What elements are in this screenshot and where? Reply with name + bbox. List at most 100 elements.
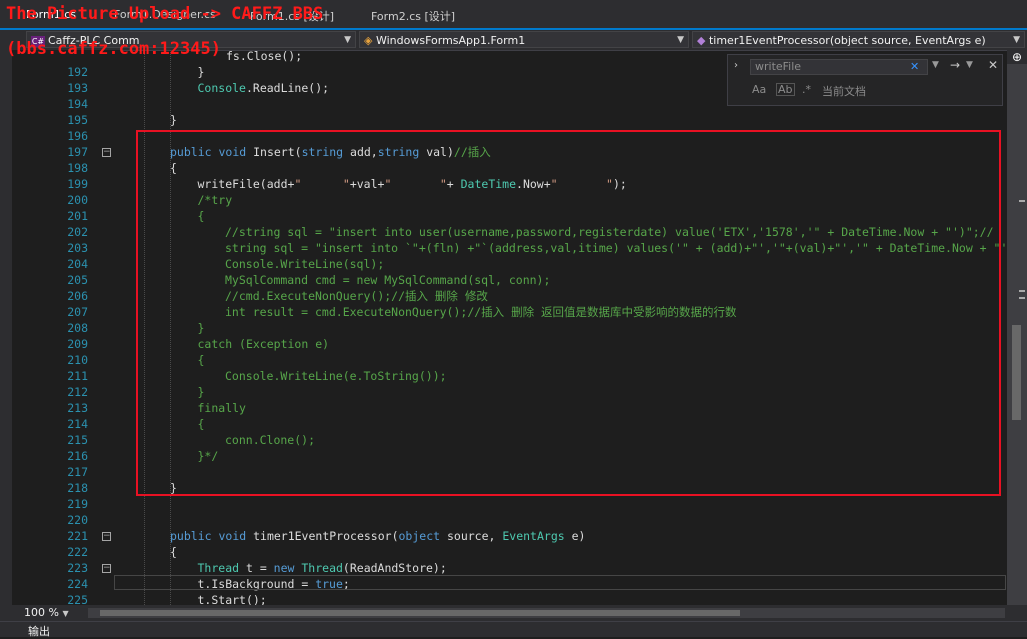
- line-number: 196: [67, 129, 88, 143]
- code-token: }: [197, 65, 205, 79]
- regex-toggle[interactable]: .*: [802, 83, 811, 96]
- code-line: {: [170, 160, 177, 176]
- code-token: " ": [294, 177, 350, 191]
- member-label: timer1EventProcessor(object source, Even…: [708, 34, 986, 47]
- line-number: 200: [67, 193, 88, 207]
- match-whole-word-toggle[interactable]: Ab: [776, 83, 795, 96]
- collapse-toggle-icon[interactable]: −: [102, 564, 111, 573]
- code-line: {: [198, 416, 205, 432]
- clear-search-icon[interactable]: ✕: [910, 60, 919, 73]
- output-title: 输出: [28, 625, 50, 638]
- code-token: Thread: [301, 561, 343, 575]
- code-token: string: [301, 145, 351, 159]
- member-dropdown[interactable]: ◆ timer1EventProcessor(object source, Ev…: [692, 31, 1025, 48]
- code-line: //string sql = "insert into user(usernam…: [225, 224, 994, 240]
- code-token: {: [170, 545, 177, 559]
- code-token: object: [398, 529, 447, 543]
- code-token: void: [218, 529, 254, 543]
- code-token: .ReadLine();: [245, 81, 330, 95]
- horizontal-scrollbar[interactable]: [88, 608, 1005, 618]
- code-line-partial: fs.Close();: [226, 50, 303, 63]
- code-token: .Now+: [516, 177, 551, 191]
- close-icon[interactable]: ✕: [988, 58, 998, 72]
- collapse-toggle-icon[interactable]: −: [102, 532, 111, 541]
- code-token: }: [170, 481, 177, 495]
- code-line: conn.Clone();: [225, 432, 315, 448]
- line-number: 195: [67, 113, 88, 127]
- line-number: 199: [67, 177, 88, 191]
- expand-replace-icon[interactable]: ›: [734, 60, 738, 71]
- code-token: {: [197, 353, 205, 367]
- code-token: " ": [550, 177, 613, 191]
- code-line: string sql = "insert into `"+(fln) +"`(a…: [225, 240, 1007, 256]
- vertical-scrollbar[interactable]: [1007, 50, 1027, 605]
- code-token: +: [446, 177, 461, 191]
- code-line: /*try: [198, 192, 233, 208]
- line-number: 222: [67, 545, 88, 559]
- code-token: new: [273, 561, 302, 575]
- line-number: 193: [67, 81, 88, 95]
- indent-guide: [144, 50, 145, 605]
- line-number: 204: [67, 257, 88, 271]
- line-number: 209: [67, 337, 88, 351]
- code-line: Console.ReadLine();: [198, 80, 330, 96]
- find-input[interactable]: writeFile: [750, 59, 928, 75]
- upload-watermark-url: (bbs.caffz.com:12345): [6, 39, 221, 59]
- line-number: 205: [67, 273, 88, 287]
- code-line: public void Insert(string add,string val…: [170, 144, 491, 160]
- left-tool-strip: [0, 50, 12, 636]
- line-number: 214: [67, 417, 88, 431]
- code-token: {: [170, 161, 177, 175]
- code-token: catch (Exception e): [197, 337, 330, 351]
- code-editor[interactable]: fs.Close(); } Console.ReadLine();} public …: [122, 50, 1007, 605]
- code-token: Console: [197, 81, 246, 95]
- code-token: string: [377, 145, 427, 159]
- line-number: 206: [67, 289, 88, 303]
- line-number: 194: [67, 97, 88, 111]
- find-options-icon[interactable]: ▼: [966, 60, 973, 70]
- chevron-down-icon: ▼: [62, 609, 69, 618]
- horizontal-scroll-thumb[interactable]: [100, 610, 740, 616]
- line-number: 198: [67, 161, 88, 175]
- code-line: {: [198, 352, 205, 368]
- line-number: 202: [67, 225, 88, 239]
- line-number: 217: [67, 465, 88, 479]
- editor-bottom-bar: 100 % ▼: [0, 605, 1027, 621]
- code-line: {: [170, 544, 177, 560]
- collapse-toggle-icon[interactable]: −: [102, 148, 111, 157]
- code-token: //插入: [453, 145, 491, 159]
- line-number: 212: [67, 385, 88, 399]
- code-token: //cmd.ExecuteNonQuery();//插入 删除 修改: [225, 289, 488, 303]
- code-token: MySqlCommand cmd = new MySqlCommand(sql,…: [225, 273, 551, 287]
- code-token: writeFile(add+: [197, 177, 295, 191]
- code-token: e): [571, 529, 586, 543]
- tab-form2-design[interactable]: Form2.cs [设计]: [371, 8, 455, 28]
- code-token: t.Start();: [197, 593, 267, 605]
- code-line: finally: [198, 400, 246, 416]
- search-scope-dropdown[interactable]: 当前文档: [822, 83, 866, 99]
- code-token: }*/: [197, 449, 219, 463]
- find-next-icon[interactable]: →: [950, 58, 960, 72]
- code-token: " ": [384, 177, 447, 191]
- split-window-icon[interactable]: ⊕: [1007, 50, 1027, 64]
- zoom-dropdown[interactable]: 100 % ▼: [24, 606, 86, 620]
- code-line: Console.WriteLine(sql);: [225, 256, 384, 272]
- code-line: //cmd.ExecuteNonQuery();//插入 删除 修改: [225, 288, 488, 304]
- line-number: 208: [67, 321, 88, 335]
- output-panel-header[interactable]: 输出: [0, 621, 1027, 638]
- class-dropdown[interactable]: ◈ WindowsFormsApp1.Form1 ▼: [359, 31, 689, 48]
- class-icon: ◈: [364, 34, 376, 47]
- code-line: Console.WriteLine(e.ToString());: [225, 368, 447, 384]
- line-number: 192: [67, 65, 88, 79]
- code-token: conn.Clone();: [225, 433, 316, 447]
- search-history-icon[interactable]: ▼: [932, 60, 939, 70]
- code-line: }: [198, 320, 205, 336]
- code-line: public void timer1EventProcessor(object …: [170, 528, 585, 544]
- code-token: DateTime: [460, 177, 517, 191]
- vertical-scroll-thumb[interactable]: [1012, 325, 1021, 420]
- code-token: Insert(: [253, 145, 302, 159]
- code-token: (ReadAndStore);: [342, 561, 447, 575]
- match-case-toggle[interactable]: Aa: [752, 83, 766, 96]
- line-number-margin: 192 193 194 195 196 197 − 198 199 200 201 202 203 204…: [12, 50, 122, 607]
- chevron-down-icon: ▼: [1013, 35, 1020, 45]
